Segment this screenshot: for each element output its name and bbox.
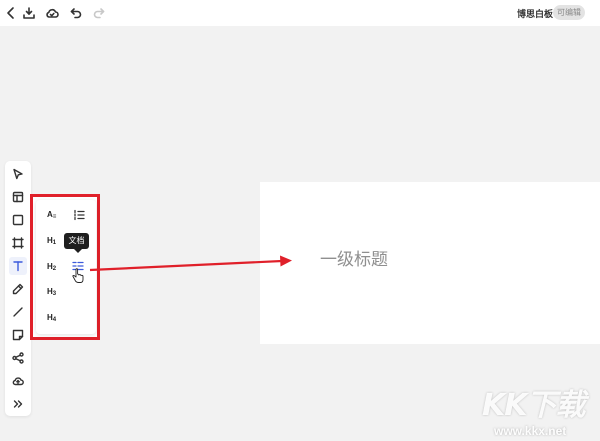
cloud-icon[interactable] <box>43 4 61 22</box>
edit-mode-badge: 可编辑 <box>553 5 585 20</box>
text-option-body[interactable]: A≡ <box>47 210 56 220</box>
text-icon[interactable] <box>9 257 27 275</box>
document-tooltip: 文档 <box>64 233 89 253</box>
text-option-h1[interactable]: H1 <box>47 236 56 246</box>
watermark: KK下载 www.kkx.net <box>482 380 600 441</box>
ordered-list-icon[interactable] <box>72 208 86 222</box>
frame-icon[interactable] <box>9 188 27 206</box>
left-toolbar <box>5 161 31 416</box>
sticky-note-icon[interactable] <box>9 326 27 344</box>
text-options-highlight <box>30 194 100 340</box>
watermark-url: www.kkx.net <box>494 424 567 438</box>
redo-icon[interactable] <box>90 4 108 22</box>
crop-icon[interactable] <box>9 234 27 252</box>
top-bar: 博思白板 可编辑 <box>0 0 600 26</box>
text-option-h3[interactable]: H3 <box>47 287 56 297</box>
download-icon[interactable] <box>20 4 38 22</box>
watermark-logo: KK下载 <box>482 388 585 423</box>
shape-icon[interactable] <box>9 211 27 229</box>
text-option-h4[interactable]: H4 <box>47 313 56 323</box>
text-options-panel <box>36 200 96 334</box>
upload-icon[interactable] <box>9 372 27 390</box>
back-icon[interactable] <box>2 4 20 22</box>
more-icon[interactable] <box>9 395 27 413</box>
text-option-h2[interactable]: H2 <box>47 262 56 272</box>
select-icon[interactable] <box>9 165 27 183</box>
share-icon[interactable] <box>9 349 27 367</box>
pen-icon[interactable] <box>9 280 27 298</box>
undo-icon[interactable] <box>67 4 85 22</box>
canvas-text-block[interactable] <box>260 182 600 344</box>
canvas-heading-text[interactable]: 一级标题 <box>320 245 388 270</box>
hand-cursor-icon <box>72 268 84 283</box>
line-icon[interactable] <box>9 303 27 321</box>
board-title: 博思白板 <box>517 10 554 20</box>
